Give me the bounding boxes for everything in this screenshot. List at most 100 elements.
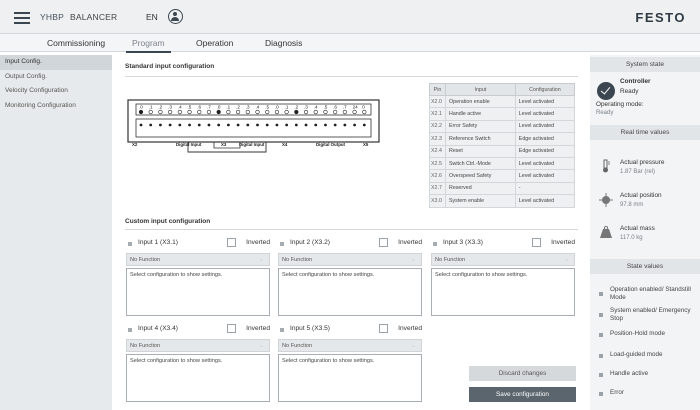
column-header-configuration: Configuration [514, 83, 576, 96]
tab-operation[interactable]: Operation [196, 38, 233, 48]
terminal-pin [256, 123, 259, 127]
input-cell: Error Safety [445, 119, 516, 134]
input-status-icon [128, 242, 132, 246]
input-label: Input 2 (X3.2) [290, 239, 330, 246]
function-select[interactable]: No Function ⌄ [126, 339, 270, 352]
sidebar-item-monitoring-configuration[interactable]: Monitoring Configuration [0, 99, 112, 114]
input-cell: Reference Switch [445, 132, 516, 146]
state-error: Error [610, 389, 624, 396]
state-system-enabled: System enabled/ Emergency Stop [610, 307, 691, 322]
configuration-cell: Level activated [514, 169, 576, 183]
terminal-number: .0 [275, 105, 279, 110]
table-row: X2.2 Error Safety Level activated [429, 119, 576, 134]
language-selector[interactable]: EN [146, 12, 158, 22]
sidebar-item-velocity-configuration[interactable]: Velocity Configuration [0, 84, 112, 99]
terminal-label: X5 [363, 142, 369, 147]
state-handle-active: Handle active [610, 370, 649, 377]
state-indicator-icon [599, 292, 603, 296]
configuration-cell: - [514, 181, 576, 196]
terminal-pin [323, 109, 328, 115]
terminal-pin [294, 123, 298, 127]
terminal-pin [217, 123, 221, 127]
state-indicator-icon [599, 313, 603, 317]
inverted-checkbox[interactable] [379, 324, 388, 333]
terminal-number: .1 [285, 105, 289, 110]
inverted-label: Inverted [246, 325, 270, 332]
terminal-pin [352, 109, 357, 115]
settings-panel: Select configuration to show settings. [126, 268, 270, 316]
terminal-label: Digital Input [176, 142, 202, 147]
settings-panel: Select configuration to show settings. [431, 268, 575, 316]
input-cell: Operation enable [445, 94, 516, 109]
terminal-pin [216, 109, 221, 115]
table-row: X2.3 Reference Switch Edge activated [429, 132, 576, 146]
table-row: X2.1 Handle active Level activated [429, 107, 576, 121]
sidebar-item-output-config[interactable]: Output Config. [0, 70, 112, 85]
settings-panel: Select configuration to show settings. [278, 268, 422, 316]
terminal-label: X2 [132, 142, 138, 147]
discard-changes-button[interactable]: Discard changes [469, 366, 576, 381]
save-configuration-button[interactable]: Save configuration [469, 387, 576, 402]
terminal-pin [245, 109, 250, 115]
tab-diagnosis[interactable]: Diagnosis [265, 38, 302, 48]
terminal-number: .2 [236, 105, 240, 110]
pin-cell: X2.2 [429, 119, 446, 134]
actual-mass-value: 117.0 kg [620, 235, 643, 241]
input-status-icon [433, 242, 437, 246]
function-select[interactable]: No Function ⌄ [431, 253, 575, 266]
function-select[interactable]: No Function ⌄ [278, 339, 422, 352]
inverted-label: Inverted [398, 239, 422, 246]
main-content: Standard input configuration .0 .1 .2 .3 .4.… [118, 55, 588, 410]
terminal-pin [197, 109, 202, 115]
function-select-value: No Function [282, 257, 313, 263]
controller-status: Ready [620, 88, 639, 95]
inverted-label: Inverted [246, 239, 270, 246]
user-icon[interactable] [168, 9, 183, 24]
terminal-pin [285, 123, 289, 127]
status-panel: System state Controller Ready Operating … [590, 55, 700, 410]
table-row: X2.6 Overspeed Safety Level activated [429, 169, 576, 183]
settings-panel: Select configuration to show settings. [278, 354, 422, 402]
terminal-label: X4 [282, 142, 288, 147]
inverted-checkbox[interactable] [227, 324, 236, 333]
tab-program[interactable]: Program [126, 38, 171, 53]
inverted-checkbox[interactable] [227, 238, 236, 247]
pin-configuration-table: Pin Input Configuration X2.0 Operation en… [429, 83, 576, 208]
inverted-checkbox[interactable] [379, 238, 388, 247]
menu-icon[interactable] [14, 12, 30, 24]
terminal-number: .3 [246, 105, 250, 110]
sidebar-item-input-config[interactable]: Input Config. [0, 55, 112, 70]
terminal-pin [235, 109, 241, 115]
sidebar: Input Config. Output Config. Velocity Co… [0, 55, 112, 410]
operating-mode-value: Ready [596, 110, 614, 116]
function-select[interactable]: No Function ⌄ [126, 253, 270, 266]
terminal-number: 0 [362, 105, 365, 110]
pin-cell: X2.3 [429, 132, 446, 146]
inverted-checkbox[interactable] [532, 238, 541, 247]
actual-pressure-label: Actual pressure [620, 159, 665, 166]
terminal-pin [246, 123, 250, 127]
input-cell: Overspeed Safety [445, 169, 516, 183]
function-select-value: No Function [282, 343, 313, 349]
pin-cell: X2.4 [429, 144, 446, 158]
terminal-pin [265, 109, 270, 115]
input-status-icon [128, 328, 132, 332]
input-label: Input 4 (X3.4) [138, 325, 178, 332]
terminal-pin [294, 109, 299, 115]
terminal-pin [333, 123, 337, 127]
column-header-input: Input [445, 83, 516, 96]
position-icon [599, 193, 613, 207]
terminal-pin [226, 109, 231, 115]
terminal-pin [255, 109, 260, 115]
terminal-pin [207, 123, 211, 127]
terminal-pin [284, 109, 289, 115]
terminal-label: Digital Input [239, 142, 265, 147]
input-cell: System enable [445, 194, 516, 208]
tab-commissioning[interactable]: Commissioning [47, 38, 105, 48]
input-card-2: Input 2 (X3.2) Inverted No Function ⌄ Sel… [278, 238, 422, 316]
state-indicator-icon [599, 333, 603, 337]
function-select[interactable]: No Function ⌄ [278, 253, 422, 266]
terminal-pin [275, 123, 279, 127]
configuration-cell: Level activated [514, 107, 576, 121]
terminal-number: 24 [353, 105, 359, 110]
